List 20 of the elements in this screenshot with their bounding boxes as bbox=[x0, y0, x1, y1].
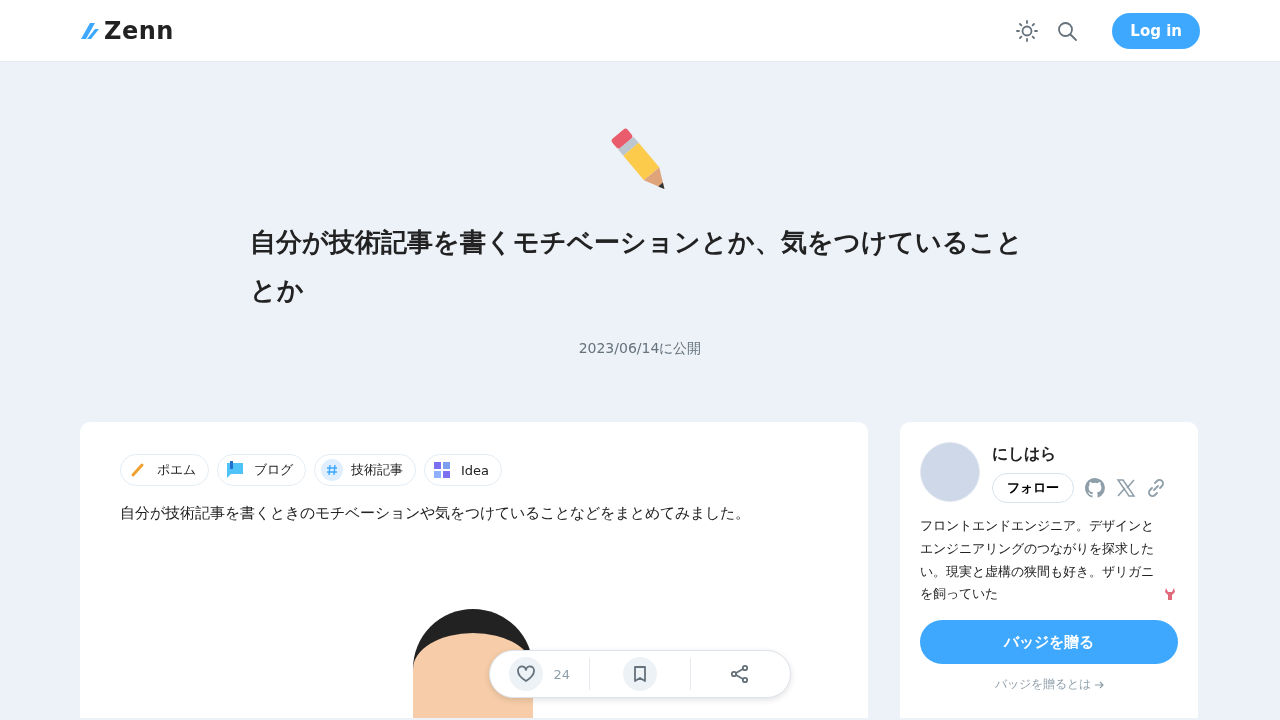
pencil-icon bbox=[130, 462, 146, 479]
x-logo-icon[interactable] bbox=[1116, 478, 1136, 499]
bookmark-icon bbox=[631, 665, 649, 684]
link-icon[interactable] bbox=[1146, 478, 1166, 499]
author-bio: フロントエンドエンジニア。デザインとエンジニアリングのつながりを探求したい。現実と虚構の狭間も好き。ザリガニを飼っていた bbox=[920, 517, 1155, 604]
publish-date: 2023/06/14に公開 bbox=[578, 340, 702, 359]
github-icon[interactable] bbox=[1084, 477, 1106, 500]
logo-text: Zenn bbox=[104, 16, 174, 45]
follow-button[interactable]: フォロー bbox=[992, 473, 1074, 504]
author-name[interactable]: にしはら bbox=[992, 444, 1166, 466]
chat-bubble-icon bbox=[225, 460, 245, 481]
hash-icon bbox=[321, 459, 343, 482]
logo-mark-icon bbox=[80, 21, 100, 40]
lobster-icon bbox=[1162, 586, 1178, 603]
article-summary: 自分が技術記事を書くときのモチベーションや気をつけていることなどをまとめてみました。 bbox=[120, 504, 751, 524]
like-count: 24 bbox=[553, 666, 570, 682]
heart-icon bbox=[516, 664, 537, 685]
article-title: 自分が技術記事を書くモチベーションとか、気をつけていることとか bbox=[250, 226, 1024, 308]
arrow-right-icon bbox=[1093, 679, 1104, 690]
grid-icon bbox=[433, 461, 451, 480]
